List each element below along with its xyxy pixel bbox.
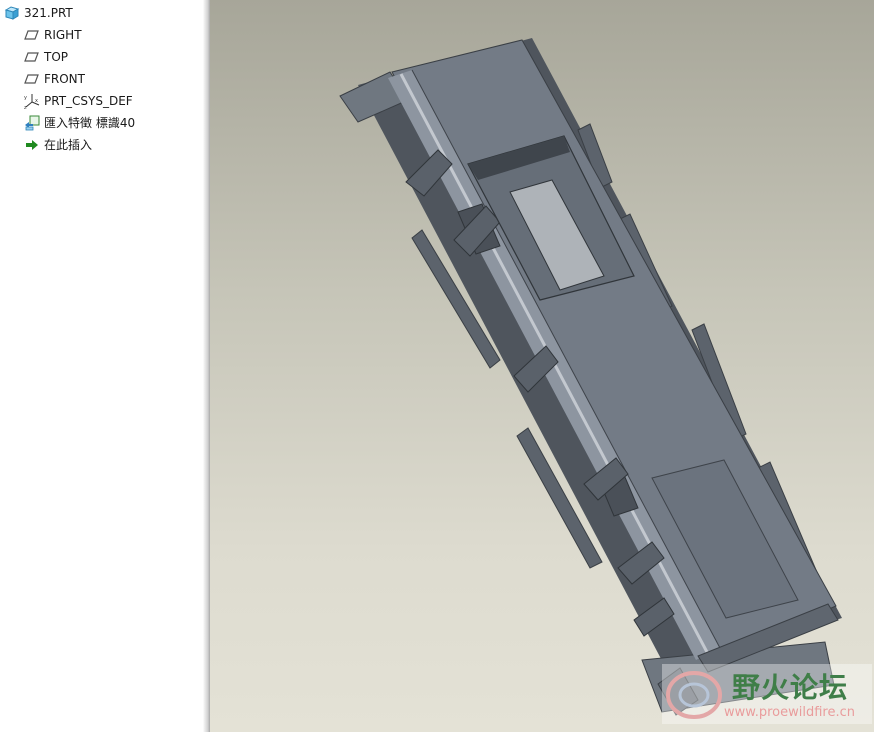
model-3d-view[interactable] <box>210 0 874 732</box>
import-feature-icon <box>24 115 40 131</box>
tree-root-label: 321.PRT <box>24 6 73 20</box>
svg-text:z: z <box>24 105 27 109</box>
datum-plane-icon <box>24 27 40 43</box>
tree-item-label: PRT_CSYS_DEF <box>44 94 133 108</box>
watermark-title: 野火论坛 <box>732 671 849 704</box>
watermark-url: www.proewildfire.cn <box>724 705 855 720</box>
coordinate-system-icon: y x z <box>24 93 40 111</box>
part-model <box>339 38 842 716</box>
tree-item-label: TOP <box>44 50 69 64</box>
forum-logo-icon <box>666 671 722 719</box>
tree-item-label: 匯入特徵 標識40 <box>44 116 136 130</box>
tree-item-label: FRONT <box>44 72 85 86</box>
watermark: 野火论坛 www.proewildfire.cn <box>662 664 872 724</box>
datum-plane-icon <box>24 71 40 87</box>
datum-plane-icon <box>24 49 40 65</box>
svg-text:y: y <box>24 95 27 101</box>
panel-splitter[interactable] <box>203 0 210 732</box>
model-tree-panel: 321.PRT RIGHT TOP FRONT y x z PRT_CSYS_D… <box>0 0 203 732</box>
part-icon <box>4 5 20 21</box>
tree-item-label: RIGHT <box>44 28 82 42</box>
graphics-viewport[interactable]: 野火论坛 www.proewildfire.cn <box>210 0 874 732</box>
svg-text:x: x <box>35 98 38 104</box>
tree-item-label: 在此插入 <box>44 138 93 152</box>
insert-here-arrow-icon <box>24 137 40 153</box>
